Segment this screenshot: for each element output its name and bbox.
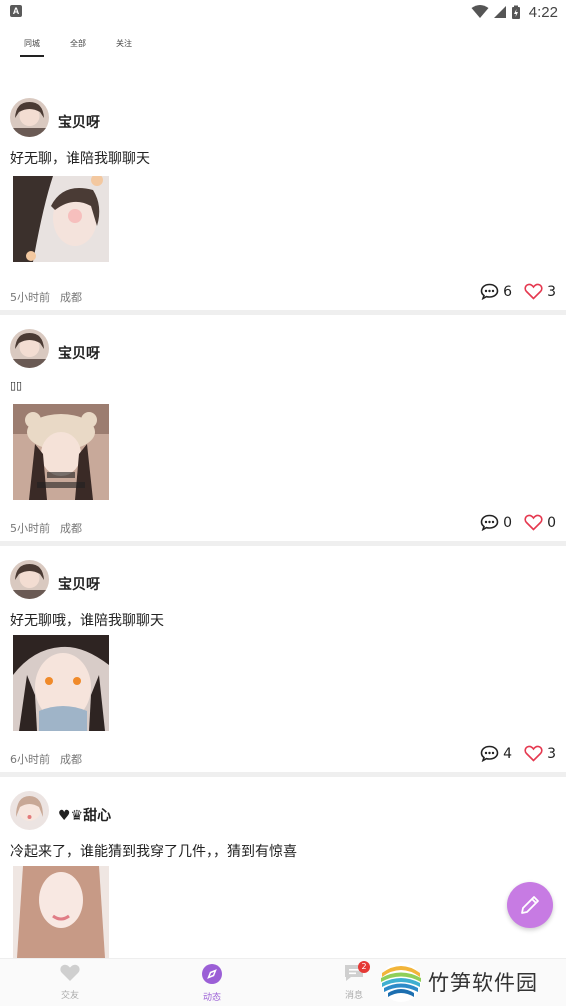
avatar[interactable] (10, 98, 49, 137)
post-location: 成都 (60, 753, 82, 766)
clock: 4:22 (528, 3, 558, 21)
post-image[interactable] (13, 866, 109, 958)
username[interactable]: ♥♛甜心 (58, 805, 111, 825)
comment-count: 0 (503, 514, 513, 531)
bamboo-logo-icon (381, 962, 421, 1002)
avatar[interactable] (10, 791, 49, 830)
post-time: 6小时前 (10, 753, 50, 766)
pencil-icon (521, 896, 539, 914)
tab-all[interactable]: 全部 (70, 38, 86, 49)
wifi-icon (471, 5, 489, 18)
avatar[interactable] (10, 560, 49, 599)
post-image[interactable] (13, 404, 109, 500)
post-text: ▯▯ (10, 379, 23, 392)
like-count: 0 (547, 514, 556, 531)
compass-icon (202, 964, 222, 984)
nav-label: 动态 (202, 993, 221, 1003)
like-button[interactable]: 3 (524, 745, 556, 762)
post-stats: 4 3 (468, 745, 556, 762)
post-location: 成都 (60, 291, 82, 304)
nav-label: 消息 (344, 991, 363, 1001)
post-stats: 0 0 (468, 514, 556, 531)
nav-item-moments[interactable]: 动态 (182, 963, 242, 1003)
unread-badge: 2 (358, 961, 370, 973)
post-text: 好无聊哦，谁陪我聊聊天 (10, 613, 164, 629)
post-text: 冷起来了，谁能猜到我穿了几件，，猜到有惊喜 (10, 844, 297, 860)
watermark-text: 竹笋软件园 (428, 971, 538, 995)
username[interactable]: 宝贝呀 (58, 343, 100, 363)
watermark: 竹笋软件园 (380, 958, 566, 1006)
heart-icon (524, 745, 543, 762)
battery-icon (511, 5, 520, 19)
feed-tabs: 同城 全部 关注 (0, 38, 566, 62)
post-time: 5小时前 (10, 522, 50, 535)
post-card[interactable]: ♥♛甜心 冷起来了，谁能猜到我穿了几件，，猜到有惊喜 (0, 777, 566, 958)
comment-icon (480, 745, 499, 762)
post-card[interactable]: 宝贝呀 好无聊哦，谁陪我聊聊天 6小时前 成都 4 3 (0, 546, 566, 772)
comment-count: 6 (503, 283, 513, 300)
notification-icon: A (10, 5, 22, 17)
heart-icon (524, 514, 543, 531)
compose-post-button[interactable] (507, 882, 553, 928)
like-button[interactable]: 0 (524, 514, 556, 531)
post-image[interactable] (13, 176, 109, 272)
post-meta: 5小时前 成都 (10, 289, 82, 305)
username[interactable]: 宝贝呀 (58, 574, 100, 594)
post-card[interactable]: 宝贝呀 ▯▯ 5小时前 成都 0 0 (0, 315, 566, 541)
comment-icon (480, 514, 499, 531)
post-text: 好无聊，谁陪我聊聊天 (10, 151, 150, 167)
tab-following[interactable]: 关注 (116, 38, 132, 49)
heart-icon (60, 964, 80, 981)
like-count: 3 (547, 283, 556, 300)
comment-count: 4 (503, 745, 513, 762)
signal-icon (493, 6, 506, 18)
nav-item-messages[interactable]: 2 消息 (324, 961, 384, 1001)
nav-item-dating[interactable]: 交友 (40, 963, 100, 1001)
status-icons: 4:22 (471, 2, 558, 22)
nav-label: 交友 (60, 991, 79, 1001)
comment-button[interactable]: 6 (480, 283, 512, 300)
heart-icon (524, 283, 543, 300)
status-bar: A 4:22 (0, 0, 566, 24)
comment-button[interactable]: 4 (480, 745, 512, 762)
post-location: 成都 (60, 522, 82, 535)
post-meta: 5小时前 成都 (10, 520, 82, 536)
tab-same-city[interactable]: 同城 (20, 38, 44, 57)
username[interactable]: 宝贝呀 (58, 112, 100, 132)
comment-button[interactable]: 0 (480, 514, 512, 531)
post-image[interactable] (13, 635, 109, 731)
like-button[interactable]: 3 (524, 283, 556, 300)
post-card[interactable]: 宝贝呀 好无聊，谁陪我聊聊天 5小时前 成都 6 3 (0, 90, 566, 310)
avatar[interactable] (10, 329, 49, 368)
post-stats: 6 3 (468, 283, 556, 300)
post-time: 5小时前 (10, 291, 50, 304)
post-meta: 6小时前 成都 (10, 751, 82, 767)
comment-icon (480, 283, 499, 300)
like-count: 3 (547, 745, 556, 762)
